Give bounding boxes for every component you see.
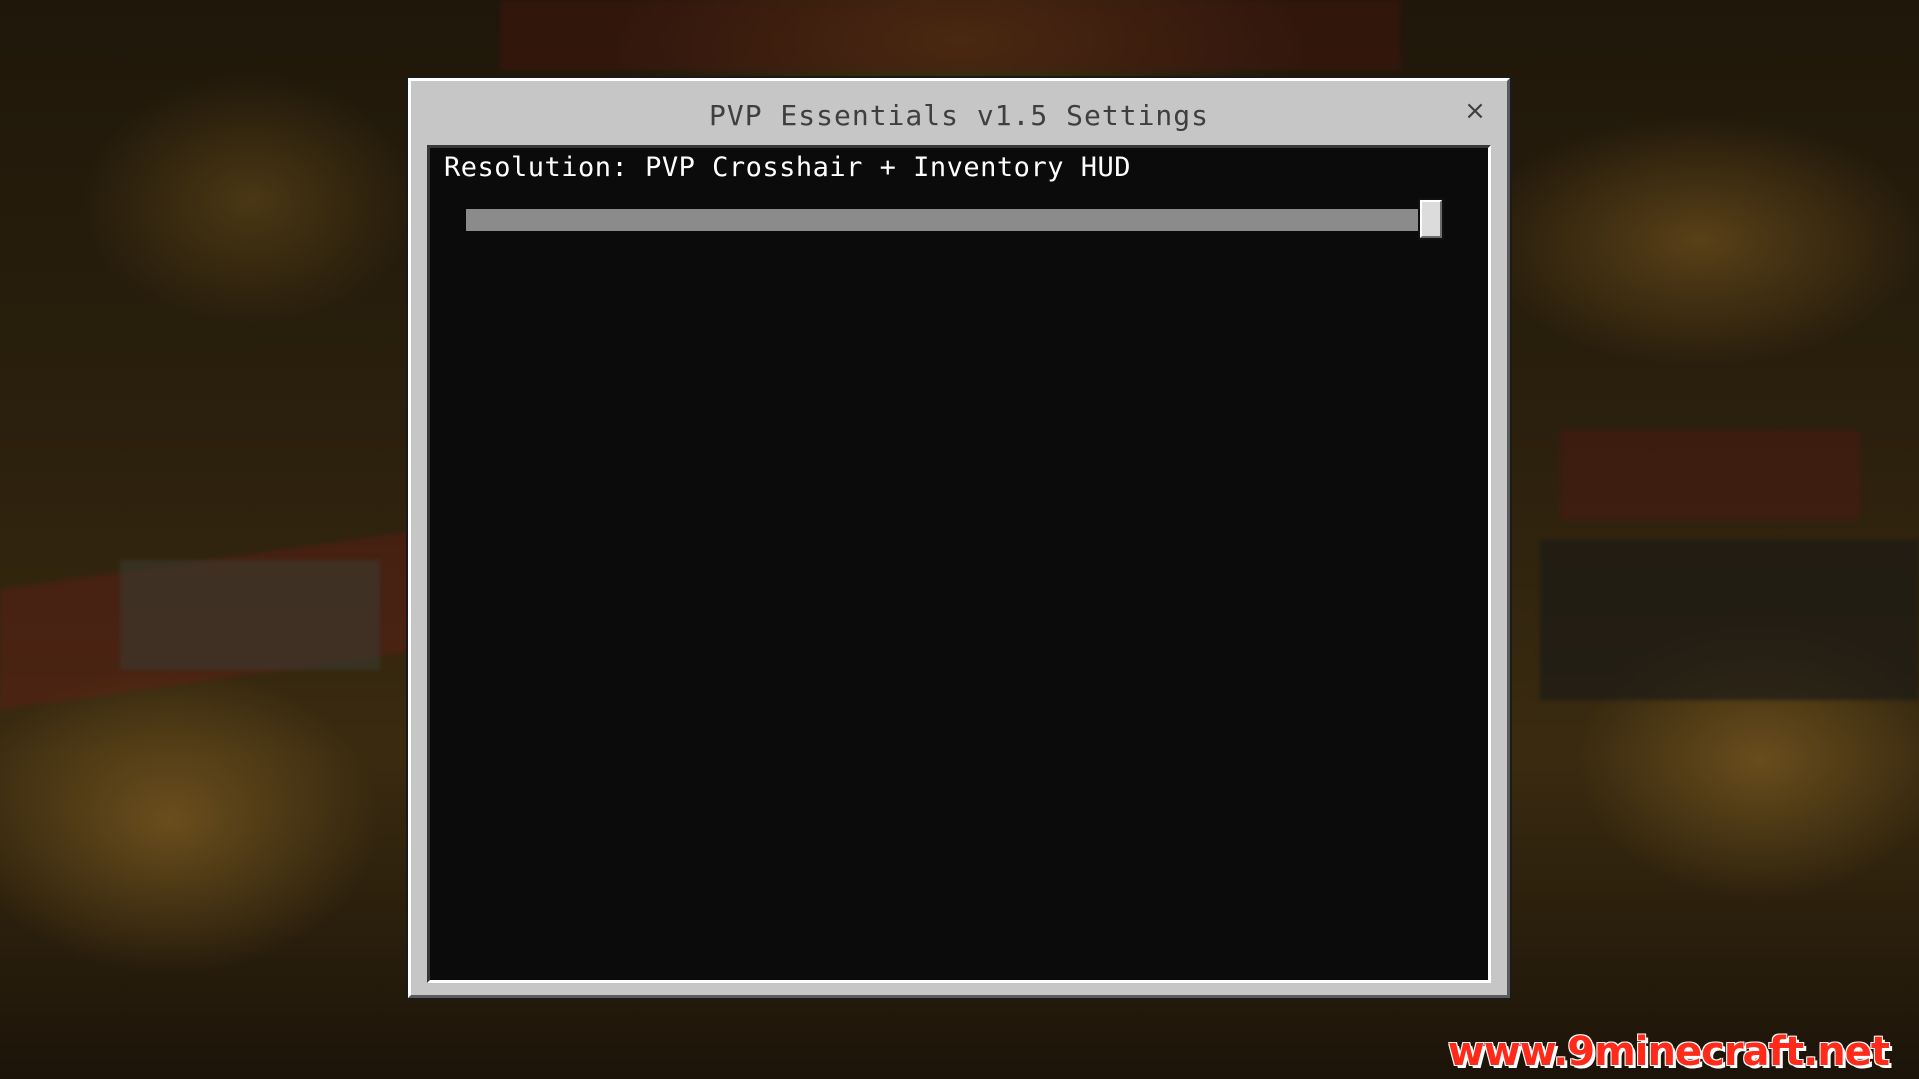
settings-content-panel: Resolution: PVP Crosshair + Inventory HU… (427, 145, 1491, 983)
background-ceiling (500, 0, 1400, 70)
slider-fill (466, 209, 1420, 231)
background-ore-block (120, 560, 380, 670)
slider-thumb[interactable] (1420, 200, 1442, 238)
slider-track[interactable] (466, 209, 1442, 231)
dialog-title: PVP Essentials v1.5 Settings (708, 99, 1209, 132)
site-watermark: www.9minecraft.net (1447, 1029, 1890, 1075)
resolution-setting-label: Resolution: PVP Crosshair + Inventory HU… (444, 152, 1131, 183)
settings-dialog: PVP Essentials v1.5 Settings × Resolutio… (408, 78, 1510, 998)
resolution-slider[interactable] (466, 200, 1442, 238)
background-netherrack-right (1560, 430, 1860, 520)
dialog-titlebar: PVP Essentials v1.5 Settings × (411, 81, 1507, 143)
background-stone (1540, 540, 1919, 700)
close-icon[interactable]: × (1461, 97, 1489, 125)
